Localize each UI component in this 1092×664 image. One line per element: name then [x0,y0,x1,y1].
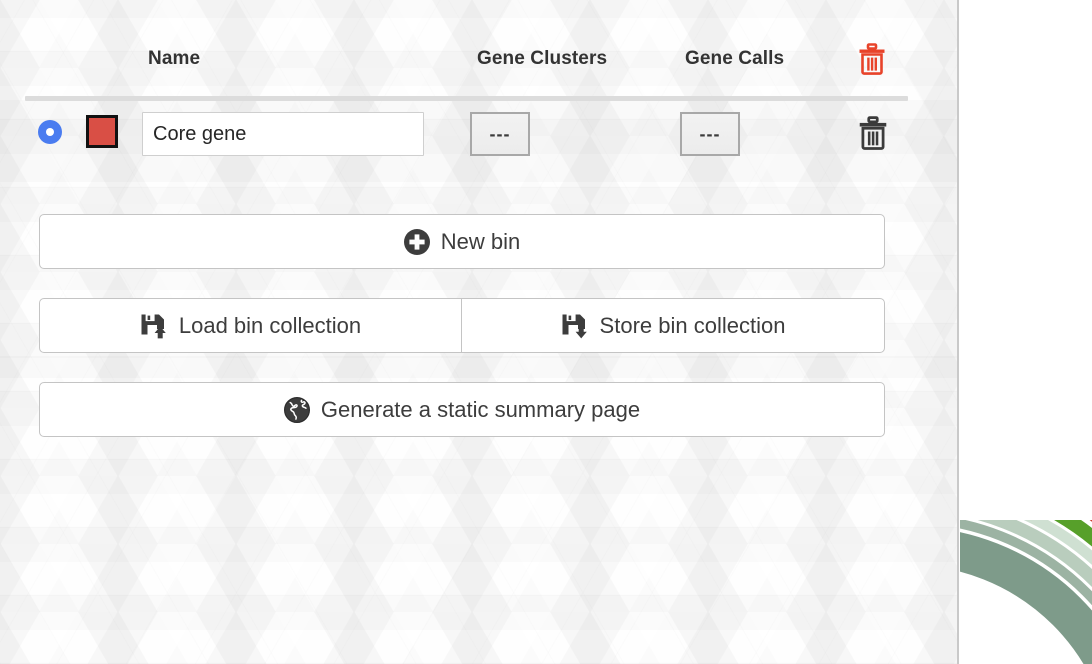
bins-table-header: Name Gene Clusters Gene Calls [0,43,930,84]
floppy-down-icon [561,312,589,340]
table-row [0,112,930,158]
header-divider [25,96,908,101]
floppy-up-icon [140,312,168,340]
store-bin-collection-label: Store bin collection [599,312,786,338]
load-bin-collection-button[interactable]: Load bin collection [39,298,462,353]
store-bin-collection-button[interactable]: Store bin collection [461,298,885,353]
trash-icon [859,43,885,75]
bin-color-swatch[interactable] [86,115,118,148]
mid-separator-band [0,356,958,378]
load-bin-collection-label: Load bin collection [178,312,362,338]
delete-all-bins-button[interactable] [858,43,886,75]
globe-icon [283,396,310,423]
column-header-gene-calls: Gene Calls [685,48,785,69]
bins-settings-screen: Name Gene Clusters Gene Calls --- --- [0,0,1092,664]
generate-summary-button[interactable]: Generate a static summary page [39,382,885,437]
gene-clusters-count[interactable]: --- [470,112,530,156]
panel-divider [957,0,959,664]
right-white-pane [960,0,1092,664]
plus-circle-icon [403,228,430,255]
new-bin-label: New bin [440,228,521,254]
trash-icon [859,116,887,150]
bin-select-radio[interactable] [38,120,62,144]
delete-bin-button[interactable] [858,116,888,150]
generate-summary-label: Generate a static summary page [320,396,641,422]
new-bin-button[interactable]: New bin [39,214,885,269]
gene-calls-count[interactable]: --- [680,112,740,156]
column-header-gene-clusters: Gene Clusters [477,48,608,69]
column-header-name: Name [148,48,201,69]
bin-name-input[interactable] [142,112,424,156]
